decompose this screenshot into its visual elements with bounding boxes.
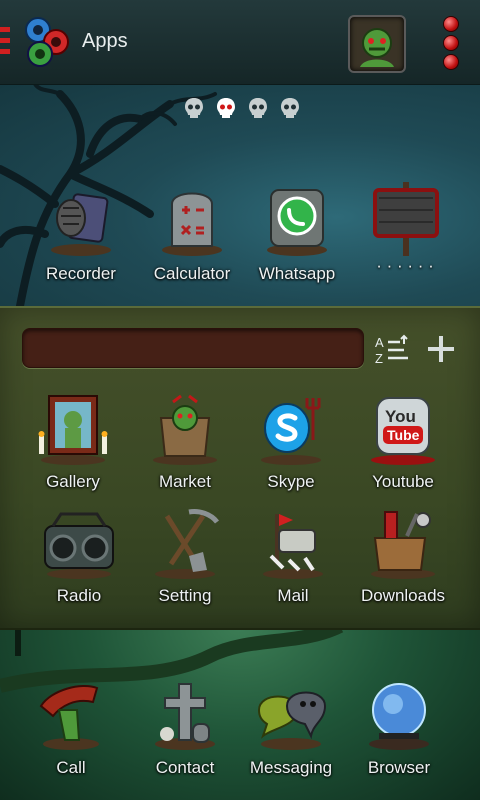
page-dot-skull-active-icon[interactable] bbox=[215, 96, 237, 120]
app-label: Recorder bbox=[46, 264, 116, 283]
dock-browser[interactable]: Browser bbox=[344, 680, 454, 778]
bottom-dock: Call Contact Messaging Browser bbox=[0, 676, 480, 796]
app-market[interactable]: Market bbox=[130, 394, 240, 492]
app-label: Calculator bbox=[153, 264, 231, 283]
youtube-tube-text: Tube bbox=[387, 427, 420, 443]
app-folder-sign[interactable]: · · · · · · bbox=[350, 178, 460, 276]
radio-boombox-icon bbox=[44, 512, 114, 579]
top-bar: Apps bbox=[0, 0, 480, 85]
sort-letter-z: Z bbox=[375, 351, 383, 366]
youtube-you-text: You bbox=[385, 407, 416, 426]
youtube-tv-icon: You Tube bbox=[371, 397, 435, 465]
app-label: Mail bbox=[277, 586, 309, 605]
page-dot-skull-icon[interactable] bbox=[279, 96, 301, 120]
dock-contact[interactable]: Contact bbox=[130, 680, 240, 778]
zombie-theme-icon[interactable] bbox=[348, 15, 406, 73]
page-dot-skull-icon[interactable] bbox=[247, 96, 269, 120]
app-gallery[interactable]: Gallery bbox=[18, 394, 128, 492]
market-bag-icon bbox=[153, 394, 217, 465]
phone-handset-zombie-hand-icon bbox=[39, 685, 99, 750]
page-title: Apps bbox=[82, 30, 128, 52]
home-screen-shortcuts: Recorder Calculator Whatsapp · · · · · · bbox=[0, 178, 480, 288]
app-label: Radio bbox=[56, 586, 102, 605]
downloads-box-icon bbox=[371, 511, 435, 579]
app-recorder[interactable]: Recorder bbox=[26, 186, 136, 284]
calculator-tombstone-icon bbox=[162, 192, 222, 256]
recorder-icon bbox=[51, 193, 111, 256]
folder-label: · · · · · · bbox=[376, 256, 434, 275]
speech-bubble-ghost-icon bbox=[257, 691, 327, 750]
app-whatsapp[interactable]: Whatsapp bbox=[242, 186, 352, 284]
add-icon[interactable] bbox=[424, 332, 458, 366]
app-calculator[interactable]: Calculator bbox=[137, 186, 247, 284]
app-youtube[interactable]: You Tube Youtube bbox=[348, 394, 458, 492]
sort-letter-a: A bbox=[375, 335, 384, 350]
app-label: Skype bbox=[267, 472, 315, 491]
crystal-ball-browser-icon bbox=[369, 683, 429, 750]
app-label: Contact bbox=[155, 758, 215, 777]
dock-call[interactable]: Call bbox=[16, 680, 126, 778]
dock-messaging[interactable]: Messaging bbox=[236, 680, 346, 778]
shovel-pickaxe-settings-icon bbox=[155, 509, 219, 579]
app-mail[interactable]: Mail bbox=[238, 508, 348, 606]
app-radio[interactable]: Radio bbox=[24, 508, 134, 606]
gallery-frame-icon bbox=[38, 395, 108, 465]
wooden-sign-folder-icon bbox=[373, 182, 439, 256]
page-dot-skull-icon[interactable] bbox=[183, 96, 205, 120]
app-setting[interactable]: Setting bbox=[130, 508, 240, 606]
page-indicator bbox=[180, 96, 304, 124]
app-skype[interactable]: Skype bbox=[236, 394, 346, 492]
skype-icon bbox=[261, 398, 321, 465]
overflow-menu-icon[interactable] bbox=[440, 16, 462, 70]
app-label: Call bbox=[56, 758, 86, 777]
app-label: Setting bbox=[158, 586, 212, 605]
app-label: Youtube bbox=[372, 472, 434, 491]
cross-tombstone-contact-icon bbox=[155, 683, 215, 750]
drawer-menu-icon[interactable] bbox=[0, 27, 10, 59]
app-label: Gallery bbox=[46, 472, 100, 491]
launcher-logo-icon bbox=[25, 17, 69, 67]
app-label: Browser bbox=[367, 758, 431, 777]
mail-skeleton-icon bbox=[263, 514, 323, 579]
app-label: Whatsapp bbox=[258, 264, 336, 283]
app-label: Messaging bbox=[249, 758, 333, 777]
app-drawer-panel: A Z Gallery Market Skype You Tube Youtub… bbox=[0, 306, 480, 630]
sort-az-icon[interactable]: A Z bbox=[374, 334, 412, 366]
whatsapp-icon bbox=[267, 189, 327, 256]
app-downloads[interactable]: Downloads bbox=[348, 508, 458, 606]
search-input[interactable] bbox=[22, 328, 364, 368]
app-label: Market bbox=[159, 472, 211, 491]
app-label: Downloads bbox=[360, 586, 446, 605]
